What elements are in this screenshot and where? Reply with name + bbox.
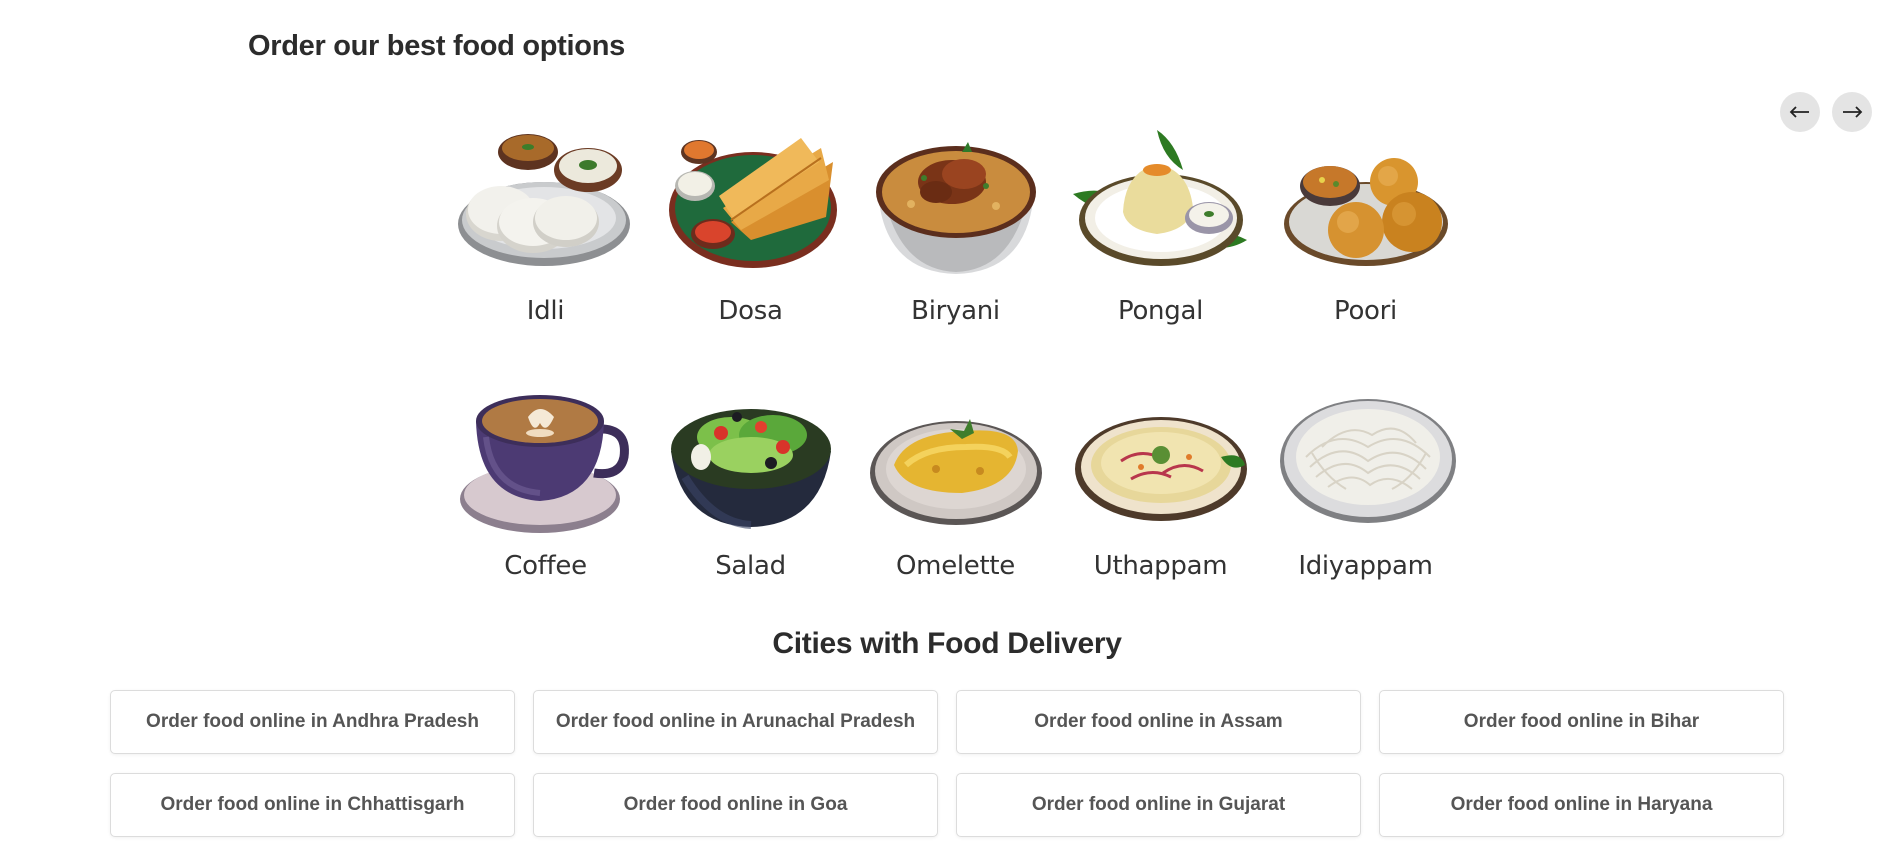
idli-image	[457, 134, 630, 266]
uthappam-image	[1074, 417, 1247, 521]
city-link-bihar[interactable]: Order food online in Bihar	[1379, 690, 1784, 754]
food-item-dosa[interactable]: Dosa	[648, 122, 853, 334]
page: Order our best food options Idli Dosa Bi…	[0, 0, 1884, 842]
city-link-chhattisgarh[interactable]: Order food online in Chhattisgarh	[110, 773, 515, 837]
food-label: Omelette	[896, 551, 1015, 581]
food-label: Poori	[1334, 296, 1397, 326]
food-item-pongal[interactable]: Pongal	[1058, 122, 1263, 334]
city-link-arunachal-pradesh[interactable]: Order food online in Arunachal Pradesh	[533, 690, 938, 754]
food-label: Pongal	[1118, 296, 1203, 326]
pongal-image	[1072, 130, 1247, 266]
cities-link-grid: Order food online in Andhra Pradesh Orde…	[110, 690, 1784, 837]
food-label: Coffee	[504, 551, 587, 581]
food-label: Salad	[715, 551, 786, 581]
city-link-gujarat[interactable]: Order food online in Gujarat	[956, 773, 1361, 837]
biryani-image	[875, 142, 1036, 274]
idiyappam-image	[1279, 399, 1456, 523]
food-label: Idiyappam	[1298, 551, 1433, 581]
food-label: Uthappam	[1093, 551, 1228, 581]
city-link-goa[interactable]: Order food online in Goa	[533, 773, 938, 837]
city-link-haryana[interactable]: Order food online in Haryana	[1379, 773, 1784, 837]
dosa-image	[668, 138, 837, 268]
food-item-biryani[interactable]: Biryani	[853, 122, 1058, 334]
food-item-uthappam[interactable]: Uthappam	[1058, 377, 1263, 589]
poori-image	[1283, 158, 1448, 266]
cities-section-title: Cities with Food Delivery	[772, 627, 1122, 660]
city-link-assam[interactable]: Order food online in Assam	[956, 690, 1361, 754]
food-label: Dosa	[718, 296, 783, 326]
arrow-right-icon	[1843, 106, 1863, 118]
food-item-salad[interactable]: Salad	[648, 377, 853, 589]
arrow-left-icon	[1789, 106, 1809, 118]
food-carousel: Idli Dosa Biryani Pongal Poori Coffee Sa…	[443, 122, 1463, 589]
food-label: Biryani	[911, 296, 1000, 326]
carousel-prev-button[interactable]	[1780, 92, 1820, 132]
food-item-idiyappam[interactable]: Idiyappam	[1263, 377, 1468, 589]
food-item-coffee[interactable]: Coffee	[443, 377, 648, 589]
carousel-next-button[interactable]	[1832, 92, 1872, 132]
coffee-image	[459, 395, 629, 533]
omelette-image	[869, 419, 1042, 525]
food-label: Idli	[526, 296, 565, 326]
food-item-omelette[interactable]: Omelette	[853, 377, 1058, 589]
food-item-poori[interactable]: Poori	[1263, 122, 1468, 334]
city-link-andhra-pradesh[interactable]: Order food online in Andhra Pradesh	[110, 690, 515, 754]
food-section-title: Order our best food options	[248, 30, 625, 62]
salad-image	[670, 409, 831, 529]
food-item-idli[interactable]: Idli	[443, 122, 648, 334]
